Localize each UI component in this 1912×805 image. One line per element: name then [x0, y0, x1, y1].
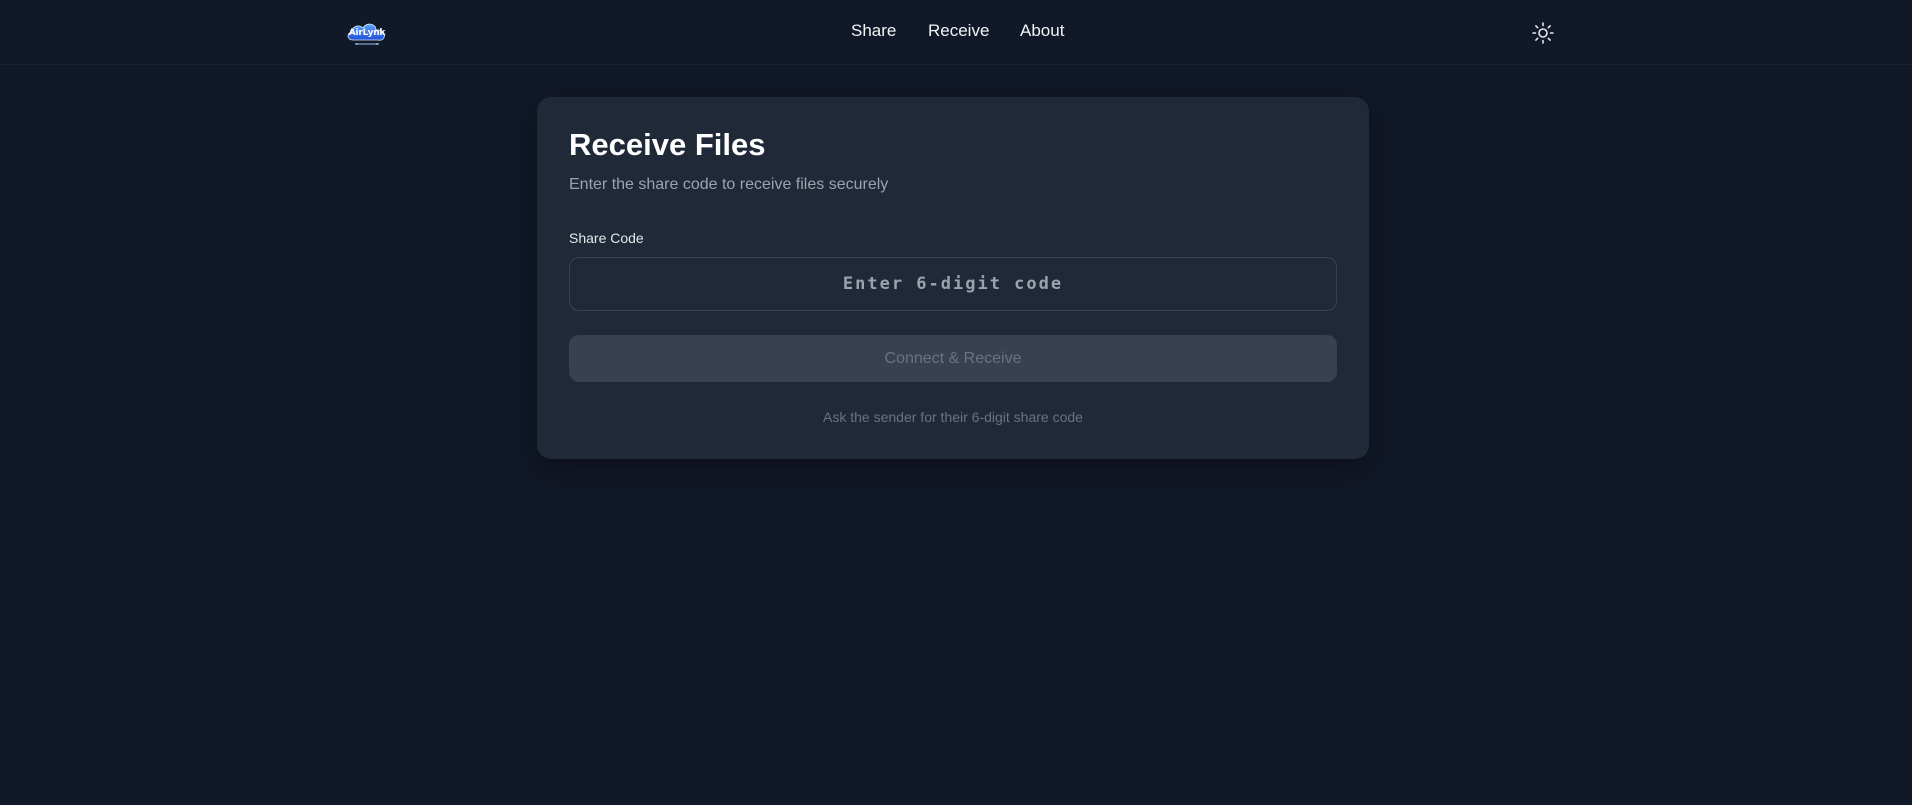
share-code-label: Share Code	[569, 230, 644, 246]
connect-and-receive-button[interactable]: Connect & Receive	[569, 335, 1337, 382]
share-code-input[interactable]	[569, 257, 1337, 311]
page-subtitle: Enter the share code to receive files se…	[569, 176, 889, 193]
share-code-hint: Ask the sender for their 6-digit share c…	[823, 409, 1083, 425]
theme-toggle-button[interactable]	[1530, 20, 1556, 46]
main-nav: Share Receive About	[0, 0, 1912, 65]
nav-link-about[interactable]: About	[1020, 21, 1064, 41]
sun-icon	[1532, 22, 1554, 44]
logo-text: AirLynk	[348, 28, 386, 38]
top-navigation-bar: AirLynk Share Receive About	[0, 0, 1912, 65]
nav-link-share[interactable]: Share	[851, 21, 896, 41]
airlynk-logo[interactable]: AirLynk	[343, 18, 391, 48]
receive-files-card: Receive Files Enter the share code to re…	[537, 97, 1369, 459]
nav-link-receive[interactable]: Receive	[928, 21, 989, 41]
page-title: Receive Files	[569, 127, 766, 162]
